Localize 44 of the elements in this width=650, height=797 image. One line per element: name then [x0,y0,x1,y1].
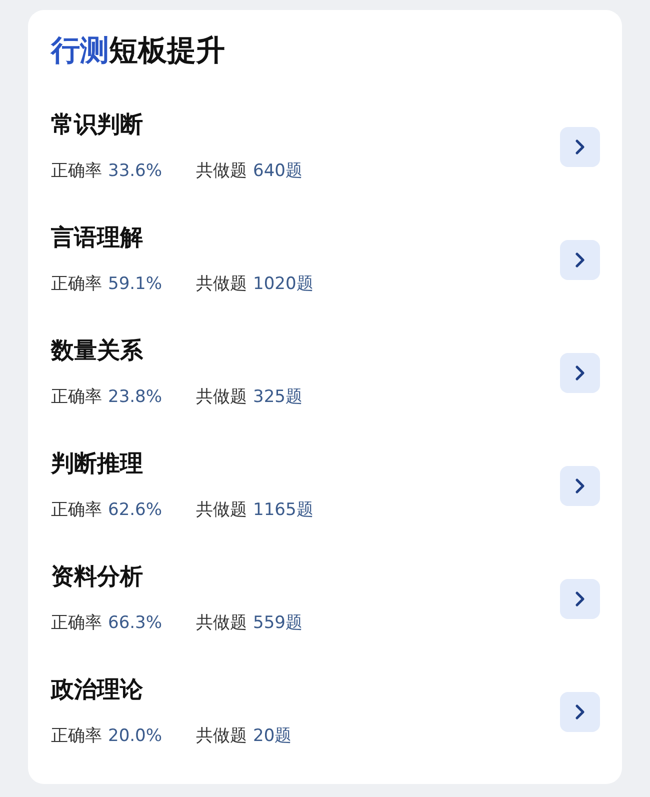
count-value: 20题 [253,725,292,748]
subject-name: 资料分析 [51,563,144,592]
chevron-right-icon [574,704,586,720]
count-label: 共做题 [196,725,248,748]
chevron-button[interactable] [560,352,600,392]
count-label: 共做题 [196,612,248,635]
count-label: 共做题 [196,160,248,183]
subject-name: 言语理解 [51,224,144,253]
accuracy-value: 23.8% [108,386,162,409]
chevron-right-icon [574,590,586,606]
accuracy-value: 62.6% [108,499,162,522]
title-highlight: 行测 [51,32,109,69]
subject-name: 判断推理 [51,450,144,479]
accuracy-value: 20.0% [108,725,162,748]
count-value: 559题 [253,612,302,635]
accuracy-label: 正确率 [51,160,102,183]
title: 短板提升 [109,32,225,69]
chevron-button[interactable] [560,240,600,280]
chevron-right-icon [574,478,586,494]
count-value: 1165题 [253,499,314,522]
count-label: 共做题 [196,499,248,522]
accuracy-label: 正确率 [51,273,102,296]
count-label: 共做题 [196,386,248,409]
subject-name: 政治理论 [51,676,144,705]
accuracy-value: 66.3% [108,612,162,635]
count-label: 共做题 [196,273,248,296]
accuracy-label: 正确率 [51,386,102,409]
chevron-right-icon [574,252,586,268]
subject-name: 数量关系 [51,337,144,366]
subject-name: 常识判断 [51,111,144,140]
accuracy-value: 33.6% [108,160,162,183]
chevron-right-icon [574,364,586,380]
count-value: 1020题 [253,273,314,296]
accuracy-label: 正确率 [51,725,102,748]
chevron-button[interactable] [560,126,600,166]
chevron-right-icon [574,138,586,154]
accuracy-label: 正确率 [51,612,102,635]
chevron-button[interactable] [560,692,600,732]
accuracy-label: 正确率 [51,499,102,522]
accuracy-value: 59.1% [108,273,162,296]
count-value: 640题 [253,160,302,183]
chevron-button[interactable] [560,466,600,506]
count-value: 325题 [253,386,302,409]
chevron-button[interactable] [560,578,600,618]
